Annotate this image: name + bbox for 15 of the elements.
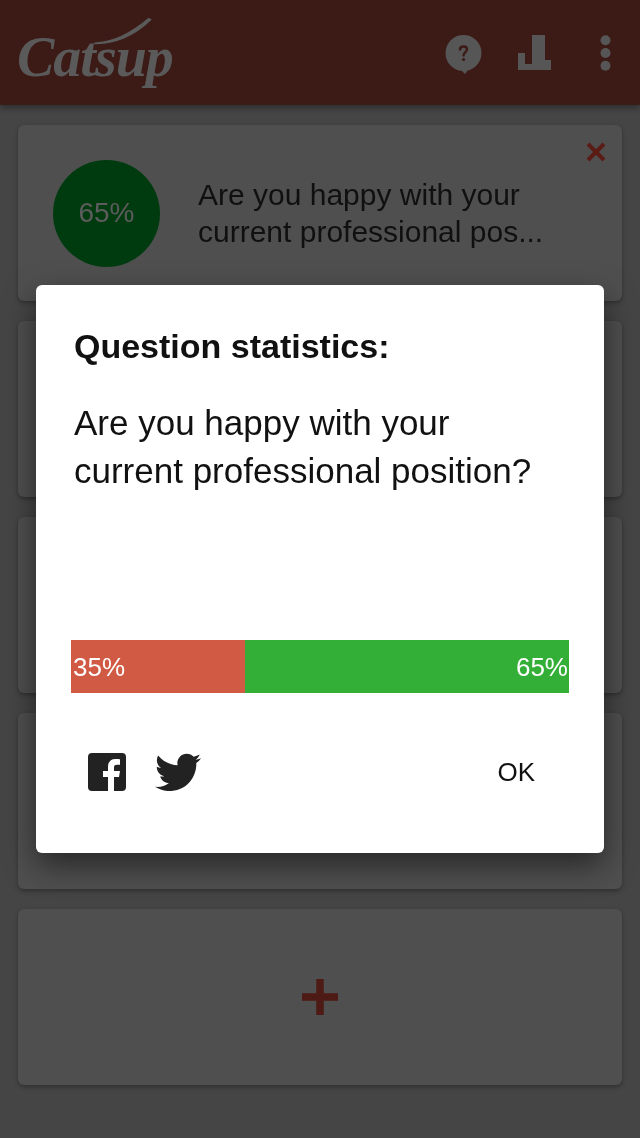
more-options-icon[interactable] xyxy=(600,34,611,71)
ok-button[interactable]: OK xyxy=(481,747,551,797)
score-circle: 65% xyxy=(53,159,160,267)
help-icon[interactable] xyxy=(445,35,482,74)
bar-chart-icon[interactable] xyxy=(518,35,551,70)
question-text: Are you happy with your current professional pos... xyxy=(198,177,545,250)
question-text: Are you happy with your current professional position? xyxy=(73,402,533,492)
close-icon[interactable] xyxy=(586,142,606,162)
percent-label: 35% xyxy=(73,651,126,682)
dialog-title: Question statistics: xyxy=(73,326,391,366)
percent-label: 65% xyxy=(515,651,568,682)
facebook-icon[interactable] xyxy=(88,753,126,791)
plus-icon xyxy=(302,979,338,1015)
app-logo: Catsup xyxy=(17,16,177,89)
twitter-icon[interactable] xyxy=(155,753,201,791)
